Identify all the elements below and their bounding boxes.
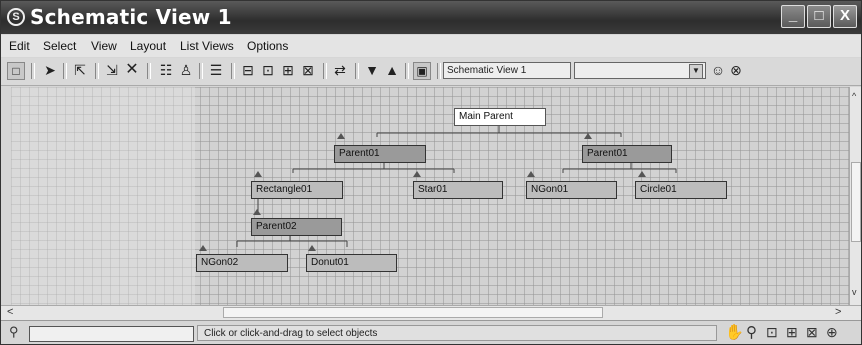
node-marker-icon [254,171,262,177]
zoom-extents-icon[interactable]: ⊞ [786,324,798,341]
toolbar-separator [31,63,35,79]
hierarchy-mode-icon[interactable]: ☷ [157,62,175,80]
vertical-scroll-thumb[interactable] [851,162,861,242]
scroll-left-icon[interactable]: < [7,306,13,318]
node-donut01[interactable]: Donut01 [306,254,397,272]
unlink-icon[interactable]: ⇲ [103,62,121,80]
node-ngon01[interactable]: NGon01 [526,181,617,199]
scroll-up-icon[interactable]: ^ [852,91,856,101]
bookmark-dropdown[interactable]: ▼ [574,62,706,79]
zoom-to-bookmark-icon[interactable]: ☺ [709,62,727,80]
chevron-down-icon[interactable]: ▼ [689,64,703,79]
status-prompt: Click or click-and-drag to select object… [197,325,717,341]
node-marker-icon [308,245,316,251]
node-marker-icon [199,245,207,251]
node-circle01[interactable]: Circle01 [635,181,727,199]
toolbar-separator [355,63,359,79]
node-ngon02[interactable]: NGon02 [196,254,288,272]
free-selected-icon[interactable]: ⊠ [299,62,317,80]
status-input[interactable] [29,326,194,342]
menu-bar: Edit Select View Layout List Views Optio… [1,35,861,57]
node-marker-icon [337,133,345,139]
view-name-field[interactable]: Schematic View 1 [443,62,571,79]
zoom-icon[interactable]: ⚲ [746,323,757,341]
node-marker-icon [527,171,535,177]
node-parent01-right[interactable]: Parent01 [582,145,672,163]
window-title: Schematic View 1 [30,5,232,29]
zoom-selected-icon[interactable]: ⊠ [806,324,818,341]
minimize-button[interactable]: _ [781,5,805,28]
node-rectangle01[interactable]: Rectangle01 [251,181,343,199]
delete-bookmark-icon[interactable]: ⊗ [727,62,745,80]
scroll-down-icon[interactable]: v [852,287,857,297]
node-parent02[interactable]: Parent02 [251,218,342,236]
toolbar-separator [199,63,203,79]
menu-layout[interactable]: Layout [130,39,166,53]
schematic-window: S Schematic View 1 _ □ X Edit Select Vie… [0,0,862,345]
node-marker-icon [584,133,592,139]
pan-to-selected-icon[interactable]: ⊕ [826,324,838,341]
toolbar-separator [323,63,327,79]
free-all-icon[interactable]: ⊞ [279,62,297,80]
always-arrange-icon[interactable]: ☰ [207,62,225,80]
arrange-children-icon[interactable]: ⊟ [239,62,257,80]
menu-edit[interactable]: Edit [9,39,30,53]
toolbar-separator [63,63,67,79]
references-mode-icon[interactable]: ♙ [177,62,195,80]
select-arrow-icon[interactable]: ➤ [41,62,59,80]
node-star01[interactable]: Star01 [413,181,503,199]
delete-icon[interactable]: ✕ [123,62,141,80]
zoom-region-icon[interactable]: ⊡ [766,324,778,341]
status-bar: ⚲ Click or click-and-drag to select obje… [1,320,861,344]
scroll-right-icon[interactable]: > [835,306,841,318]
expand-icon[interactable]: ▼ [363,62,381,80]
arrange-selected-icon[interactable]: ⊡ [259,62,277,80]
toolbar-separator [95,63,99,79]
title-bar: S Schematic View 1 _ □ X [1,1,861,34]
pan-icon[interactable]: ✋ [725,323,744,341]
node-marker-icon [413,171,421,177]
horizontal-scrollbar[interactable]: < > [1,305,861,320]
schematic-canvas[interactable]: Main Parent Parent01 Parent01 Rectangle0… [11,87,849,305]
menu-list-views[interactable]: List Views [180,39,234,53]
toolbar: □ ➤ ⇱ ⇲ ✕ ☷ ♙ ☰ ⊟ ⊡ ⊞ ⊠ ⇄ ▼ ▲ ▣ Schemati… [1,58,861,86]
toolbar-separator [405,63,409,79]
menu-view[interactable]: View [91,39,117,53]
toolbar-separator [437,63,441,79]
toolbar-separator [231,63,235,79]
connect-icon[interactable]: ⇱ [71,62,89,80]
toolbar-separator [147,63,151,79]
move-children-icon[interactable]: ⇄ [331,62,349,80]
node-marker-icon [638,171,646,177]
menu-options[interactable]: Options [247,39,288,53]
app-icon: S [7,8,25,26]
node-main-parent[interactable]: Main Parent [454,108,546,126]
search-icon[interactable]: ⚲ [9,324,19,340]
close-button[interactable]: X [833,5,857,28]
preferences-icon[interactable]: ▣ [413,62,431,80]
menu-select[interactable]: Select [43,39,76,53]
horizontal-scroll-thumb[interactable] [223,307,603,318]
display-floater-icon[interactable]: □ [7,62,25,80]
node-marker-icon [253,209,261,215]
maximize-button[interactable]: □ [807,5,831,28]
vertical-scrollbar[interactable]: ^ v [849,87,861,305]
collapse-icon[interactable]: ▲ [383,62,401,80]
node-parent01-left[interactable]: Parent01 [334,145,426,163]
